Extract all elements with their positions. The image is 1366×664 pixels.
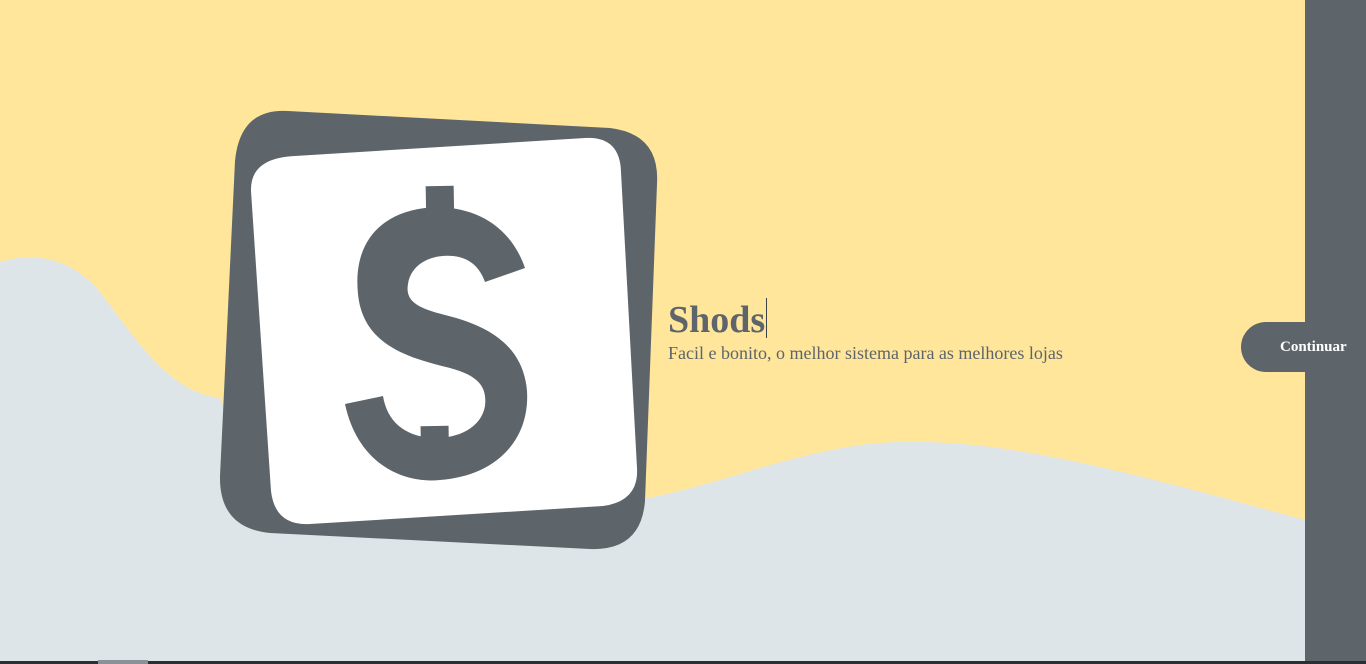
text-caret [766,298,768,338]
dollar-logo [219,110,658,550]
page-title: Shods [668,298,768,342]
title-text: Shods [668,299,766,341]
landing-screen: Shods Facil e bonito, o melhor sistema p… [0,0,1366,664]
continue-button[interactable]: Continuar [1241,322,1366,372]
page-subtitle: Facil e bonito, o melhor sistema para as… [668,343,1063,363]
bottom-edge-tab [98,660,148,664]
